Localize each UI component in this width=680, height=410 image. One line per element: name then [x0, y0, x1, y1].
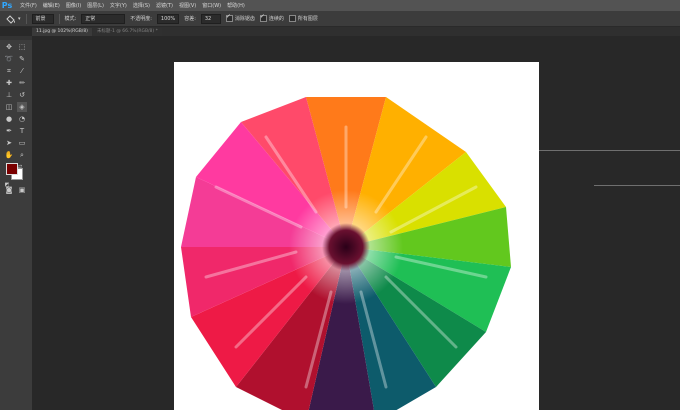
brush-tool-icon[interactable]: ✏: [17, 78, 27, 88]
pen-tool-icon[interactable]: ✒: [4, 126, 14, 136]
options-separator: [58, 13, 60, 24]
hand-tool-icon[interactable]: ✋: [4, 150, 14, 160]
tolerance-input[interactable]: 32: [200, 13, 221, 24]
tab-active-document[interactable]: 11.jpg @ 102%(RGB/8): [32, 28, 92, 36]
zoom-tool-icon[interactable]: ⌕: [17, 150, 27, 160]
menu-image[interactable]: 图像(I): [66, 2, 81, 9]
menu-help[interactable]: 帮助(H): [227, 2, 245, 9]
paint-bucket-tool-selected-icon[interactable]: ◈: [17, 102, 27, 112]
menu-select[interactable]: 选择(S): [133, 2, 150, 9]
blend-mode-select[interactable]: 正常: [81, 13, 126, 24]
foreground-color-swatch[interactable]: [6, 163, 18, 175]
eyedropper-tool-icon[interactable]: ⁄: [17, 66, 27, 76]
quick-mask-icon[interactable]: ◙: [4, 185, 14, 195]
menu-layer[interactable]: 图层(L): [87, 2, 104, 9]
menu-bar: Ps 文件(F) 编辑(E) 图像(I) 图层(L) 文字(Y) 选择(S) 滤…: [0, 0, 680, 11]
fill-source-select[interactable]: 前景: [31, 13, 54, 24]
contiguous-check-icon[interactable]: [259, 13, 267, 22]
tab-untitled-document[interactable]: 未标题-1 @ 66.7%(RGB/8) *: [92, 28, 162, 36]
screen-mode-icon[interactable]: ▣: [17, 185, 27, 195]
antialias-label: 消除锯齿: [234, 16, 255, 22]
contiguous-checkbox[interactable]: 连续的: [259, 13, 284, 22]
antialias-check-icon[interactable]: [225, 13, 233, 22]
document-canvas[interactable]: [174, 62, 539, 410]
opacity-label: 不透明度:: [130, 16, 152, 22]
history-brush-tool-icon[interactable]: ↺: [17, 90, 27, 100]
antialias-checkbox[interactable]: 消除锯齿: [225, 13, 255, 22]
quick-select-tool-icon[interactable]: ✎: [17, 54, 27, 64]
options-separator: [25, 13, 27, 24]
opacity-input[interactable]: 100%: [156, 13, 180, 24]
lasso-tool-icon[interactable]: ➰: [4, 54, 14, 64]
healing-brush-tool-icon[interactable]: ✚: [4, 78, 14, 88]
rectangle-tool-icon[interactable]: ▭: [17, 138, 27, 148]
marquee-tool-icon[interactable]: ⬚: [17, 42, 27, 52]
blur-tool-icon[interactable]: ●: [4, 114, 14, 124]
menu-view[interactable]: 视图(V): [179, 2, 196, 9]
photoshop-logo: Ps: [1, 1, 13, 10]
contiguous-label: 连续的: [268, 16, 284, 22]
mode-label: 模式:: [64, 16, 77, 22]
tools-panel: ✥ ⬚ ➰ ✎ ⌗ ⁄ ✚ ✏ ⊥ ↺ ◫ ◈ ● ◔ ✒ T ➤ ▭ ✋ ⌕ …: [0, 36, 32, 410]
tolerance-label: 容差:: [184, 16, 196, 22]
menu-edit[interactable]: 编辑(E): [43, 2, 60, 9]
flower-image: [181, 97, 511, 410]
menu-filter[interactable]: 滤镜(T): [156, 2, 173, 9]
dodge-tool-icon[interactable]: ◔: [17, 114, 27, 124]
menu-type[interactable]: 文字(Y): [110, 2, 127, 9]
move-tool-icon[interactable]: ✥: [4, 42, 14, 52]
guide-line[interactable]: [594, 185, 680, 186]
type-tool-icon[interactable]: T: [17, 126, 27, 136]
all-layers-check-icon[interactable]: [288, 15, 296, 22]
eraser-tool-icon[interactable]: ◫: [4, 102, 14, 112]
menu-file[interactable]: 文件(F): [20, 2, 37, 9]
paint-bucket-tool-icon[interactable]: ▾: [5, 14, 21, 24]
all-layers-checkbox[interactable]: 所有图层: [288, 15, 318, 22]
menu-window[interactable]: 窗口(W): [202, 2, 221, 9]
crop-tool-icon[interactable]: ⌗: [4, 66, 14, 76]
all-layers-label: 所有图层: [297, 16, 318, 22]
options-bar: ▾ 前景 模式: 正常 不透明度: 100% 容差: 32 消除锯齿 连续的 所…: [0, 11, 680, 27]
tools-panel-header: [0, 36, 32, 40]
tool-preset-arrow-icon[interactable]: ▾: [18, 16, 21, 22]
path-select-tool-icon[interactable]: ➤: [4, 138, 14, 148]
document-tab-bar: 11.jpg @ 102%(RGB/8) 未标题-1 @ 66.7%(RGB/8…: [32, 27, 680, 36]
clone-stamp-tool-icon[interactable]: ⊥: [4, 90, 14, 100]
